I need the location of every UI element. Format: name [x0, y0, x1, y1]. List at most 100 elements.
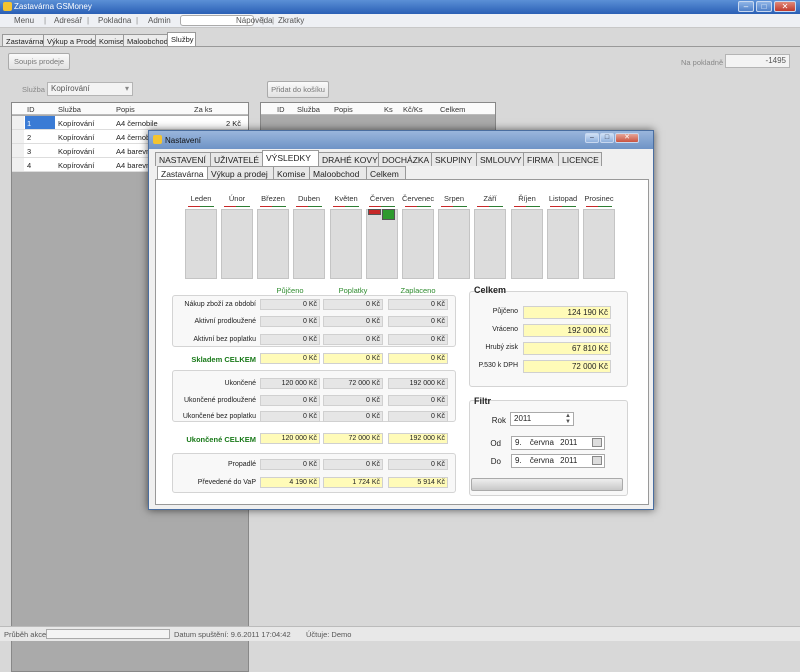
app-title: Zastavárna GSMoney — [14, 2, 92, 11]
do-day: 9. — [515, 456, 522, 465]
celkem-title: Celkem — [474, 285, 507, 295]
spinner-arrows-icon[interactable]: ▲ ▼ — [565, 413, 571, 425]
grid-header-sluzba: Služba — [58, 105, 81, 114]
month-label: Prosinec — [584, 194, 614, 203]
row-label: Propadlé — [227, 461, 256, 468]
row-value: 0 Kč — [388, 316, 448, 327]
row-value: 0 Kč — [323, 353, 383, 364]
row-value: 0 Kč — [323, 316, 383, 327]
grid-header-popis: Popis — [116, 105, 135, 114]
subtab-zastavarna[interactable]: Zastavárna — [157, 166, 208, 180]
row-value: 0 Kč — [388, 411, 448, 422]
cell-id[interactable]: 2 — [27, 133, 31, 142]
row-value: 192 000 Kč — [388, 378, 448, 389]
row-value: 192 000 Kč — [388, 433, 448, 444]
cell-sluzba[interactable]: Kopírování — [58, 147, 94, 156]
menu-item-adresar[interactable]: Adresář — [54, 16, 82, 25]
month-label: Září — [483, 194, 497, 203]
menu-item-zkratky[interactable]: Zkratky — [278, 16, 304, 25]
maximize-button[interactable]: □ — [756, 1, 772, 12]
cart-header-popis: Popis — [334, 105, 353, 114]
filtr-title: Filtr — [474, 396, 491, 406]
month-bar-area — [293, 209, 325, 279]
table-row[interactable]: 1 Kopírování A4 černobile 2 Kč — [12, 116, 248, 130]
month-label: Říjen — [518, 194, 536, 203]
menu-item-pokladna[interactable]: Pokladna — [98, 16, 131, 25]
tab-smlouvy[interactable]: SMLOUVY — [476, 152, 524, 166]
row-value: 1 724 Kč — [323, 477, 383, 488]
dialog-title: Nastavení — [165, 136, 202, 145]
cell-id[interactable]: 4 — [27, 161, 31, 170]
month-bar-area — [511, 209, 543, 279]
month-legend-line — [369, 206, 395, 207]
od-label: Od — [490, 439, 501, 448]
menu-item-admin[interactable]: Admin — [148, 16, 171, 25]
tab-skupiny[interactable]: SKUPINY — [431, 152, 477, 166]
cell-sluzba[interactable]: Kopírování — [58, 161, 94, 170]
calendar-icon[interactable] — [592, 456, 602, 465]
cell-id[interactable]: 3 — [27, 147, 31, 156]
cell-popis[interactable]: A4 černobile — [116, 119, 158, 128]
row-value: 0 Kč — [388, 395, 448, 406]
month-legend-line — [296, 206, 322, 207]
row-value: 72 000 Kč — [323, 433, 383, 444]
chevron-down-icon: ▾ — [124, 84, 129, 93]
tab-firma[interactable]: FIRMA — [523, 152, 559, 166]
rok-label: Rok — [491, 416, 506, 425]
col-header-poplatky: Poplatky — [338, 286, 368, 295]
row-value: 0 Kč — [323, 411, 383, 422]
tab-drahe-kovy[interactable]: DRAHÉ KOVY — [318, 152, 379, 166]
cell-sluzba[interactable]: Kopírování — [58, 119, 94, 128]
celkem-row-value: 72 000 Kč — [523, 360, 611, 373]
cell-sluzba[interactable]: Kopírování — [58, 133, 94, 142]
account-text: Účtuje: Demo — [306, 630, 352, 639]
tab-uzivatele[interactable]: UŽIVATELÉ — [210, 152, 263, 166]
rok-spinner[interactable]: 2011 ▲ ▼ — [510, 412, 574, 426]
pridat-do-kosiku-button[interactable]: Přidat do košíku — [267, 81, 329, 98]
month-bar-area — [221, 209, 253, 279]
row-indicator — [12, 144, 24, 157]
cart-header-sluzba: Služba — [297, 105, 320, 114]
od-date-picker[interactable]: 9. června 2011 — [511, 436, 605, 450]
subtab-celkem[interactable]: Celkem — [366, 166, 406, 180]
row-value: 0 Kč — [260, 316, 320, 327]
row-value: 5 914 Kč — [388, 477, 448, 488]
sluzba-select[interactable]: Kopírování ▾ — [47, 82, 133, 96]
dialog-icon — [153, 135, 162, 144]
month-bar-area — [438, 209, 470, 279]
celkem-row-label: Hrubý zisk — [485, 344, 518, 351]
celkem-row-label: P.530 k DPH — [478, 362, 518, 369]
celkem-row-value: 192 000 Kč — [523, 324, 611, 337]
month-legend-line — [405, 206, 431, 207]
row-label: Aktivní prodloužené — [194, 318, 256, 325]
soupis-prodeje-button[interactable]: Soupis prodeje — [8, 53, 70, 70]
subtab-maloobchod[interactable]: Maloobchod — [309, 166, 367, 180]
dialog-close-button[interactable]: ✕ — [615, 133, 639, 143]
do-label: Do — [490, 457, 501, 466]
row-value: 0 Kč — [388, 334, 448, 345]
dialog-maximize-button[interactable]: □ — [600, 133, 614, 143]
dialog-minimize-button[interactable]: – — [585, 133, 599, 143]
cell-za-ks[interactable]: 2 Kč — [226, 119, 241, 128]
do-date-picker[interactable]: 9. června 2011 — [511, 454, 605, 468]
tab-dochazka[interactable]: DOCHÁZKA — [378, 152, 432, 166]
col-header-zaplaceno: Zaplaceno — [400, 286, 436, 295]
tab-vysledky[interactable]: VÝSLEDKY — [262, 150, 319, 166]
menu-item-menu[interactable]: Menu — [14, 16, 34, 25]
cart-grid-header: ID Služba Popis Ks Kč/Ks Celkem — [261, 103, 495, 115]
cell-id[interactable]: 1 — [25, 116, 55, 129]
tab-nastaveni[interactable]: NASTAVENÍ — [155, 152, 211, 166]
subtab-komise[interactable]: Komise — [273, 166, 310, 180]
rok-value: 2011 — [514, 414, 532, 423]
calendar-icon[interactable] — [592, 438, 602, 447]
row-label: Skladem CELKEM — [191, 355, 256, 364]
subtab-vykup-a-prodej[interactable]: Výkup a prodej — [207, 166, 274, 180]
menu-item-napoveda[interactable]: Nápověda — [236, 16, 272, 25]
row-indicator — [12, 130, 24, 143]
close-button[interactable]: ✕ — [774, 1, 796, 12]
month-bar-area — [583, 209, 615, 279]
minimize-button[interactable]: – — [738, 1, 754, 12]
tab-sluzby[interactable]: Služby — [167, 32, 196, 47]
tab-licence[interactable]: LICENCE — [558, 152, 602, 166]
celkem-row-label: Půjčeno — [492, 308, 518, 315]
